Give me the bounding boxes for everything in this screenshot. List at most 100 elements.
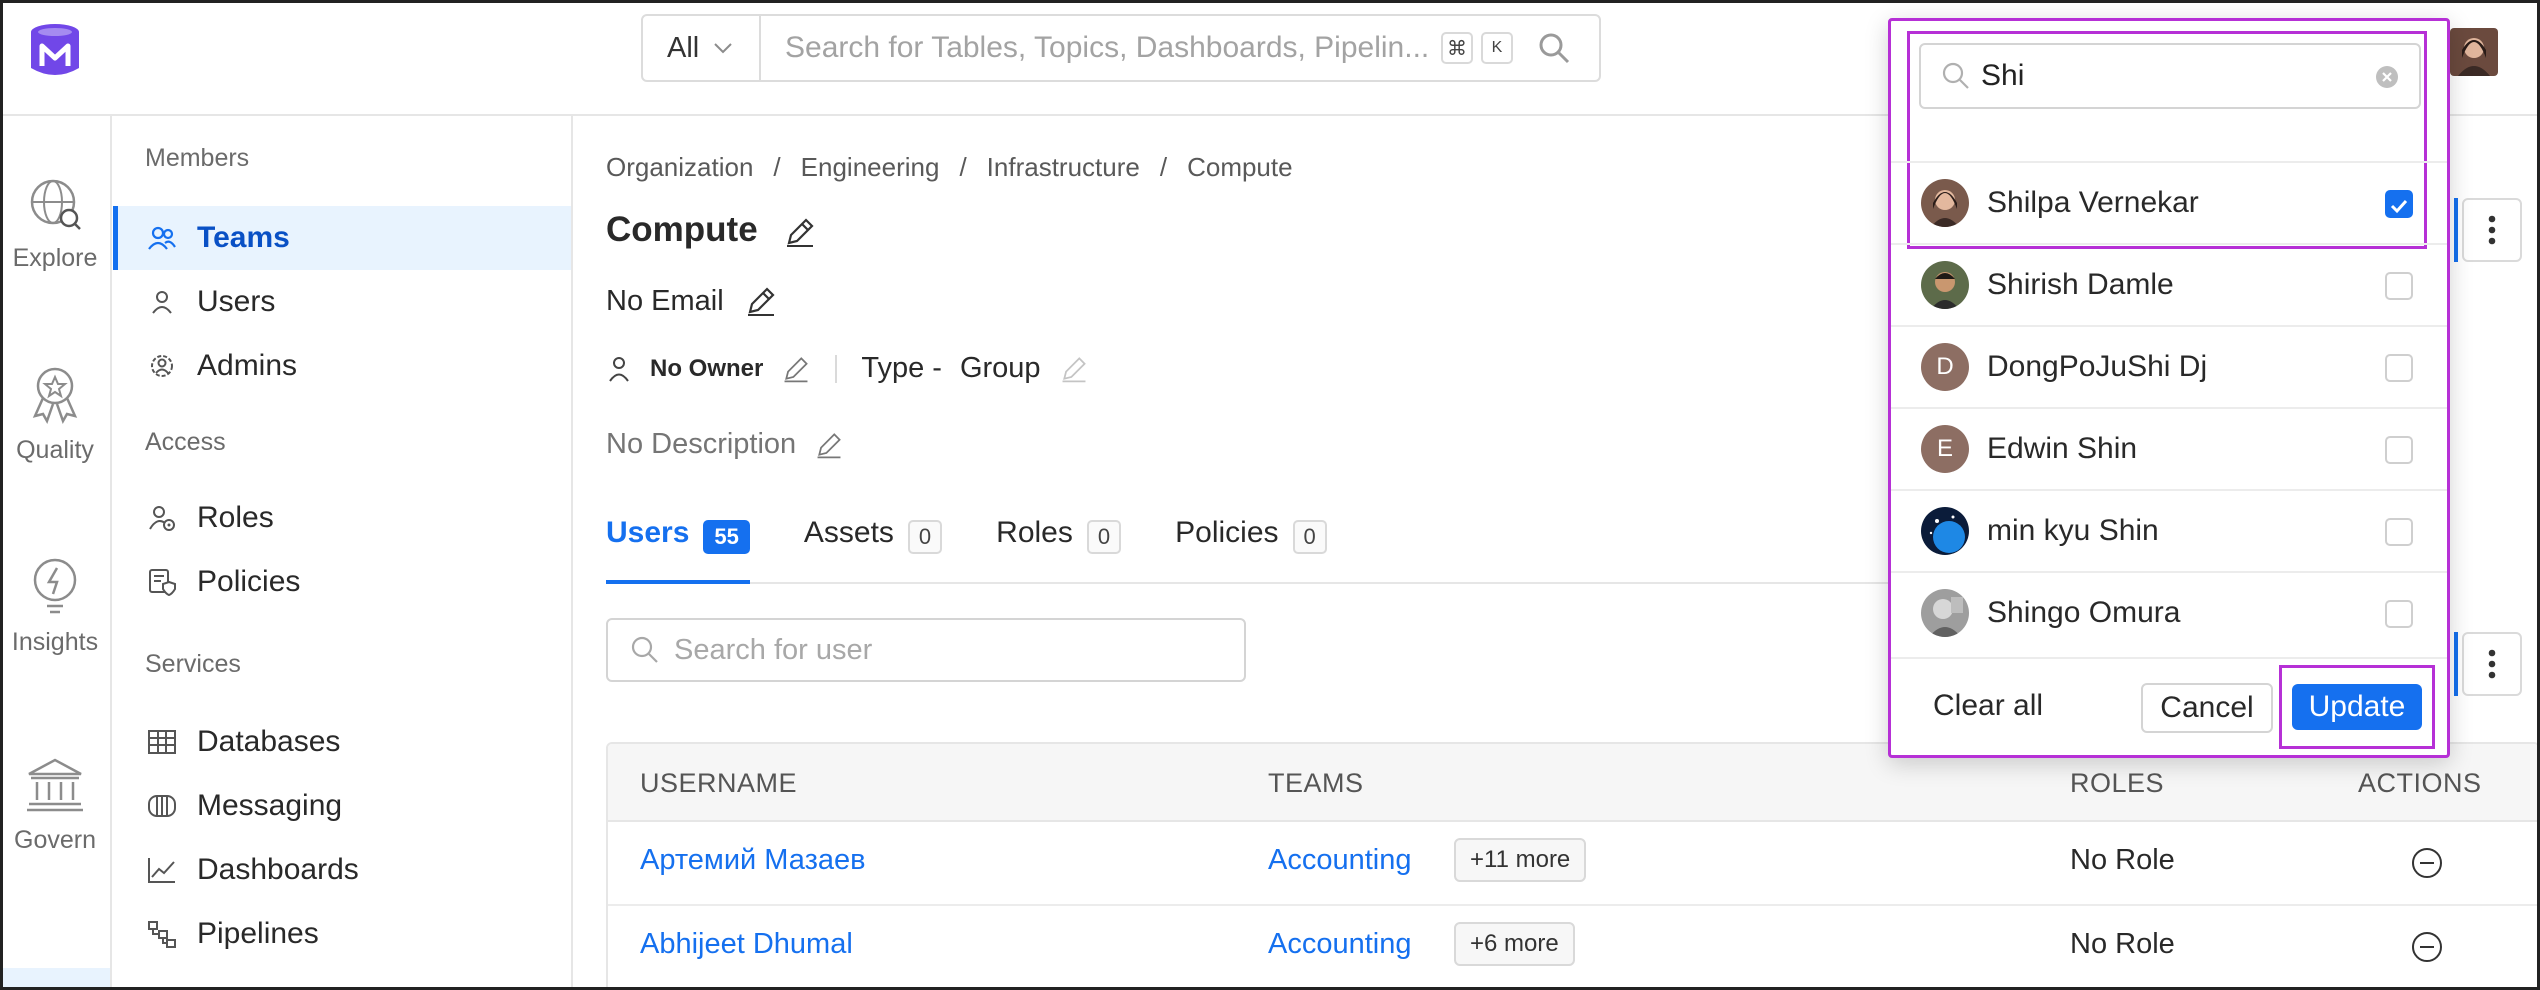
user-option-name: DongPoJuShi Dj <box>1987 350 2208 383</box>
tab-label: Assets <box>803 516 894 549</box>
sidebar-item-users[interactable]: Users <box>113 270 571 334</box>
clear-all-button[interactable]: Clear all <box>1933 689 2043 723</box>
sidebar-item-databases[interactable]: Databases <box>113 710 571 774</box>
edit-title-icon[interactable] <box>783 215 817 249</box>
type-value: Group <box>959 352 1041 384</box>
sidebar-item-policies[interactable]: Policies <box>113 550 571 614</box>
user-avatar[interactable] <box>2450 28 2498 76</box>
search-icon <box>631 636 658 663</box>
owner-user-icon <box>609 356 629 382</box>
clear-search-icon[interactable] <box>2375 65 2399 89</box>
add-button-edge[interactable] <box>2454 198 2458 262</box>
more-teams-tag[interactable]: +6 more <box>1454 922 1575 966</box>
app-logo-icon[interactable] <box>26 22 84 80</box>
popover-search-input[interactable]: Shi <box>1919 43 2421 109</box>
breadcrumb-item[interactable]: Infrastructure <box>987 152 1140 183</box>
search-icon[interactable] <box>1537 31 1571 65</box>
search-scope-select[interactable]: All <box>643 16 761 80</box>
cancel-button[interactable]: Cancel <box>2141 683 2273 733</box>
tab-roles[interactable]: Roles 0 <box>996 516 1122 584</box>
popover-search-value: Shi <box>1981 59 2025 92</box>
rail-item-govern[interactable]: Govern <box>0 754 110 855</box>
rail-item-insights[interactable]: Insights <box>0 556 110 657</box>
email-row: No Email <box>606 284 778 318</box>
user-search-placeholder: Search for user <box>674 633 873 666</box>
team-link[interactable]: Accounting <box>1268 844 1412 877</box>
avatar <box>1921 261 1969 309</box>
user-option-checkbox[interactable] <box>2385 190 2413 218</box>
nav-rail: Explore Quality Insights Govern <box>0 116 112 990</box>
edit-email-icon[interactable] <box>744 284 778 318</box>
avatar <box>1921 589 1969 637</box>
user-option[interactable]: Shingo Omura <box>1891 571 2447 653</box>
more-options-button[interactable] <box>2462 632 2522 696</box>
tab-policies[interactable]: Policies 0 <box>1175 516 1327 584</box>
team-link[interactable]: Accounting <box>1268 928 1412 961</box>
user-search-input[interactable]: Search for user <box>606 618 1246 682</box>
user-option-checkbox[interactable] <box>2385 600 2413 628</box>
tab-count-badge: 0 <box>1292 520 1327 554</box>
rail-label: Explore <box>12 244 98 272</box>
user-option-name: Shilpa Vernekar <box>1987 186 2199 219</box>
edit-description-icon[interactable] <box>814 430 844 460</box>
sidebar-item-roles[interactable]: Roles <box>113 486 571 550</box>
avatar: D <box>1921 343 1969 391</box>
sidebar-item-label: Pipelines <box>197 917 319 950</box>
avatar: E <box>1921 425 1969 473</box>
add-user-button-edge[interactable] <box>2454 632 2458 696</box>
user-icon <box>152 291 172 314</box>
tab-assets[interactable]: Assets 0 <box>803 516 943 584</box>
table-row: Артемий Мазаев Accounting +11 more No Ro… <box>608 822 2538 906</box>
column-header: TEAMS <box>1268 768 1364 798</box>
breadcrumb-item[interactable]: Engineering <box>801 152 940 183</box>
user-option-name: min kyu Shin <box>1987 514 2159 547</box>
sidebar-item-messaging[interactable]: Messaging <box>113 774 571 838</box>
user-option-checkbox[interactable] <box>2385 436 2413 464</box>
sidebar-item-teams[interactable]: Teams <box>113 206 571 270</box>
edit-type-icon[interactable] <box>1059 354 1089 384</box>
sidebar-item-pipelines[interactable]: Pipelines <box>113 902 571 966</box>
description-row: No Description <box>606 428 844 461</box>
page-more-options-button[interactable] <box>2462 198 2522 262</box>
policy-shield-icon <box>149 569 176 597</box>
breadcrumb-separator: / <box>773 152 781 182</box>
rail-item-quality[interactable]: Quality <box>0 364 110 465</box>
edit-owner-icon[interactable] <box>781 354 811 384</box>
owner-type-row: No Owner Type - Group <box>606 352 1089 385</box>
tab-users[interactable]: Users 55 <box>606 516 750 584</box>
update-button-highlight: Update <box>2279 665 2435 749</box>
tab-label: Users <box>606 516 690 549</box>
user-option[interactable]: Shilpa Vernekar <box>1891 161 2447 243</box>
user-option-checkbox[interactable] <box>2385 354 2413 382</box>
user-option[interactable]: D DongPoJuShi Dj <box>1891 325 2447 407</box>
shortcut-key-cmd: ⌘ <box>1441 32 1473 64</box>
search-scope-value: All <box>667 31 700 64</box>
shortcut-key-k: K <box>1481 32 1513 64</box>
username-link[interactable]: Abhijeet Dhumal <box>640 928 853 961</box>
database-icon <box>148 730 176 754</box>
user-option[interactable]: min kyu Shin <box>1891 489 2447 571</box>
remove-user-icon[interactable] <box>2410 930 2444 964</box>
checkmark-icon <box>2390 199 2408 214</box>
sidebar-item-admins[interactable]: Admins <box>113 334 571 398</box>
username-link[interactable]: Артемий Мазаев <box>640 844 866 877</box>
user-option[interactable]: E Edwin Shin <box>1891 407 2447 489</box>
teams-icon <box>148 226 176 250</box>
tab-count-badge: 0 <box>907 520 943 554</box>
sidebar-item-label: Admins <box>197 349 298 382</box>
pipeline-icon <box>148 921 176 948</box>
rail-item-explore[interactable]: Explore <box>0 176 110 273</box>
user-option-checkbox[interactable] <box>2385 272 2413 300</box>
more-teams-tag[interactable]: +11 more <box>1454 838 1587 882</box>
breadcrumb-item[interactable]: Organization <box>606 152 753 183</box>
update-button[interactable]: Update <box>2292 684 2422 730</box>
table-row: Abhijeet Dhumal Accounting +6 more No Ro… <box>608 906 2538 990</box>
global-search-input[interactable]: Search for Tables, Topics, Dashboards, P… <box>761 31 1441 65</box>
description-value: No Description <box>606 428 797 460</box>
user-option[interactable]: Shirish Damle <box>1891 243 2447 325</box>
sidebar-item-dashboards[interactable]: Dashboards <box>113 838 571 902</box>
user-option-checkbox[interactable] <box>2385 518 2413 546</box>
admin-gear-icon <box>151 355 173 377</box>
remove-user-icon[interactable] <box>2410 846 2444 880</box>
roles-icon <box>149 506 175 531</box>
